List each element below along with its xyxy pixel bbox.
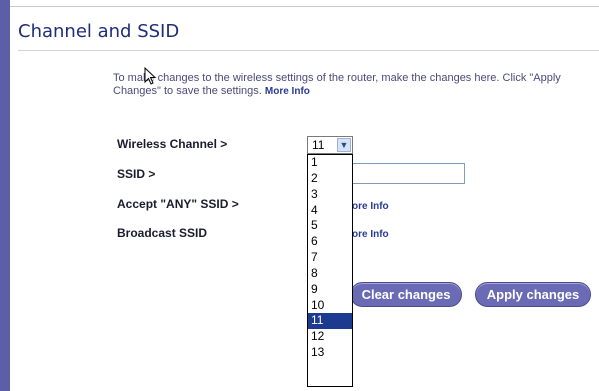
channel-option[interactable]: 9 bbox=[308, 282, 352, 298]
channel-option[interactable]: 4 bbox=[308, 203, 352, 219]
intro-text-block: To make changes to the wireless settings… bbox=[113, 72, 593, 98]
channel-option[interactable]: 10 bbox=[308, 298, 352, 314]
channel-option[interactable]: 1 bbox=[308, 155, 352, 171]
page-title: Channel and SSID bbox=[18, 21, 180, 42]
left-accent-bar bbox=[0, 0, 10, 391]
channel-option[interactable]: 3 bbox=[308, 187, 352, 203]
wireless-channel-label: Wireless Channel > bbox=[117, 137, 228, 151]
channel-option[interactable]: 2 bbox=[308, 171, 352, 187]
channel-option[interactable]: 7 bbox=[308, 250, 352, 266]
accept-any-ssid-label: Accept "ANY" SSID > bbox=[117, 197, 239, 211]
channel-dropdown-list[interactable]: 1 2 3 4 5 6 7 8 9 10 11 12 13 bbox=[307, 154, 353, 387]
clear-changes-button[interactable]: Clear changes bbox=[350, 282, 462, 307]
broadcast-more-info-link[interactable]: ore Info bbox=[352, 229, 389, 240]
channel-selected-value: 11 bbox=[312, 138, 325, 152]
channel-option[interactable]: 6 bbox=[308, 234, 352, 250]
intro-more-info-link[interactable]: More Info bbox=[265, 86, 310, 97]
wireless-channel-select[interactable]: 11 ▼ bbox=[307, 136, 353, 154]
intro-text: To make changes to the wireless settings… bbox=[113, 72, 561, 97]
channel-option[interactable]: 12 bbox=[308, 329, 352, 345]
accept-any-more-info-link[interactable]: ore Info bbox=[352, 201, 389, 212]
channel-option[interactable]: 13 bbox=[308, 345, 352, 361]
apply-changes-button[interactable]: Apply changes bbox=[475, 282, 591, 307]
ssid-input[interactable] bbox=[352, 163, 465, 184]
channel-option[interactable]: 8 bbox=[308, 266, 352, 282]
mouse-cursor-icon bbox=[144, 67, 157, 85]
top-divider bbox=[10, 6, 599, 7]
chevron-down-icon[interactable]: ▼ bbox=[337, 138, 351, 152]
channel-option[interactable]: 11 bbox=[308, 313, 352, 330]
channel-option[interactable]: 5 bbox=[308, 218, 352, 234]
broadcast-ssid-label: Broadcast SSID bbox=[117, 226, 208, 240]
ssid-label: SSID > bbox=[117, 167, 156, 181]
title-divider bbox=[18, 50, 599, 51]
